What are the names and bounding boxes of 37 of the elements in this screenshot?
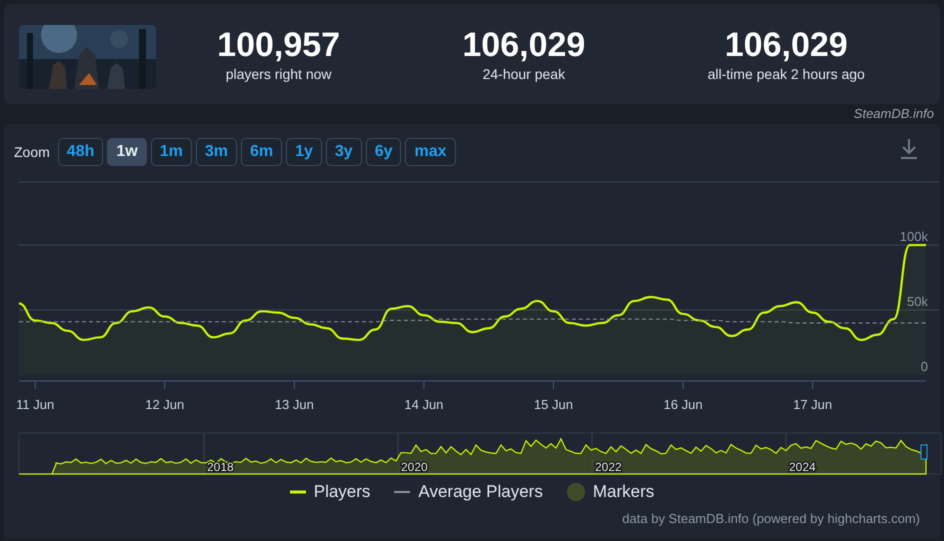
site-credit: SteamDB.info [854, 106, 934, 121]
year-label: 2018 [207, 460, 234, 474]
x-axis-label: 14 Jun [404, 397, 444, 412]
zoom-button[interactable]: 1y [286, 138, 322, 166]
zoom-button[interactable]: max [405, 138, 456, 166]
zoom-button[interactable]: 6y [366, 138, 402, 166]
year-label: 2022 [595, 460, 622, 474]
stat-label: players right now [224, 64, 333, 84]
zoom-label: Zoom [14, 142, 50, 162]
legend-item[interactable]: Average Players [394, 479, 543, 505]
x-axis-label: 12 Jun [145, 397, 184, 412]
zoom-button[interactable]: 48h [58, 138, 104, 166]
stat-label: 24-hour peak [482, 64, 566, 84]
x-axis-label: 11 Jun [16, 397, 54, 412]
legend-item[interactable]: Players [290, 479, 370, 505]
stat-label: all-time peak 2 hours ago [708, 64, 865, 84]
x-axis-label: 13 Jun [274, 397, 314, 412]
zoom-button[interactable]: 3y [326, 138, 362, 166]
navigator-handle[interactable] [920, 444, 928, 460]
year-label: 2024 [789, 460, 816, 474]
zoom-button[interactable]: 6m [240, 138, 282, 166]
stat-value: 100,957 [217, 28, 340, 64]
y-axis-label: 100k [900, 229, 928, 244]
x-axis-label: 16 Jun [664, 397, 703, 412]
zoom-button[interactable]: 1w [107, 138, 147, 166]
year-label: 2020 [401, 460, 428, 474]
zoom-button[interactable]: 3m [196, 138, 237, 166]
x-axis-label: 15 Jun [534, 397, 573, 412]
zoom-button[interactable]: 1m [150, 138, 192, 166]
y-axis-label: 50k [907, 294, 928, 310]
x-axis-label: 17 Jun [793, 397, 832, 412]
legend-item[interactable]: Markers [566, 479, 654, 505]
stat-value: 106,029 [462, 28, 586, 64]
y-axis-label: 0 [920, 359, 928, 374]
download-icon[interactable] [900, 138, 918, 160]
stat-value: 106,029 [724, 28, 849, 64]
attribution-text: data by SteamDB.info (powered by highcharts.com) [622, 511, 920, 526]
